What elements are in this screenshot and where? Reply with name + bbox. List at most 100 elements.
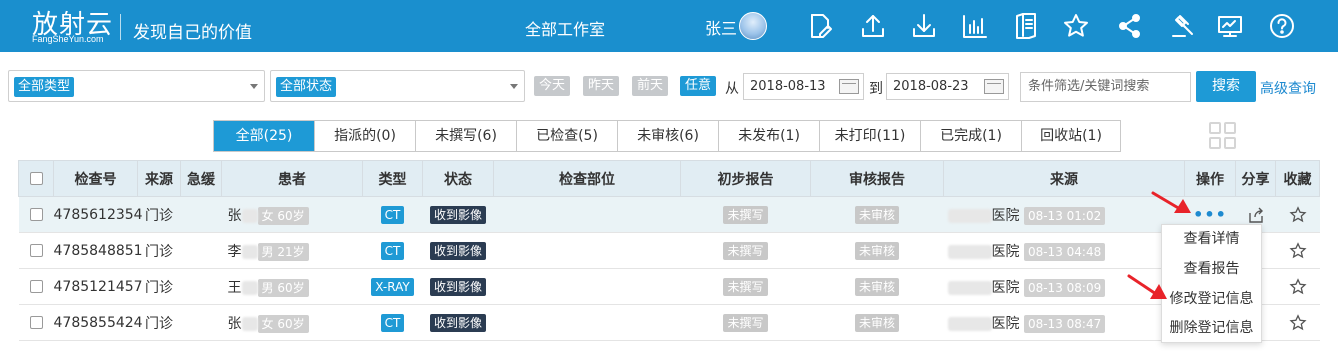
source: 门诊: [137, 196, 181, 233]
monitor-icon[interactable]: [1214, 10, 1246, 42]
row-checkbox[interactable]: [29, 280, 43, 293]
upload-icon[interactable]: [857, 10, 889, 42]
edit-icon[interactable]: [804, 10, 836, 42]
username[interactable]: 张三: [705, 15, 737, 39]
urgency: [180, 268, 222, 305]
select-all-checkbox[interactable]: [29, 172, 43, 185]
table-row[interactable]: 4785612354 门诊 张女 60岁 CT 收到影像 未撰写 未审核 医院 …: [18, 196, 1320, 233]
more-actions-icon[interactable]: •••: [1193, 205, 1227, 224]
grid-view-icon[interactable]: [1209, 122, 1238, 151]
menu-item-edit-registration[interactable]: 修改登记信息: [1162, 285, 1261, 315]
annotation-arrow-icon: [1127, 274, 1167, 299]
patient-surname: 张: [227, 207, 242, 224]
tab-examined[interactable]: 已检查(5): [517, 121, 618, 151]
origin-cell: 医院 08-13 04:48: [943, 232, 1185, 269]
hospital-name: 医院: [991, 207, 1020, 224]
menu-item-view-details[interactable]: 查看详情: [1162, 225, 1261, 255]
prelim-report-badge[interactable]: 未撰写: [723, 313, 768, 332]
status-tabs: 全部(25) 指派的(0) 未撰写(6) 已检查(5) 未审核(6) 未发布(1…: [213, 120, 1121, 152]
favorite-star-icon[interactable]: [1288, 241, 1307, 259]
search-input[interactable]: 条件筛选/关键词搜索: [1020, 72, 1191, 102]
redacted-name: [241, 244, 258, 259]
download-icon[interactable]: [908, 10, 940, 42]
tab-unwritten[interactable]: 未撰写(6): [416, 121, 517, 151]
annotation-arrow-icon: [1151, 191, 1191, 213]
patient-cell: 王男 60岁: [221, 268, 363, 305]
table-row[interactable]: 4785855424 门诊 张女 60岁 CT 收到影像 未撰写 未审核 医院 …: [18, 304, 1320, 341]
row-checkbox[interactable]: [29, 208, 43, 221]
origin-cell: 医院 08-13 01:02: [943, 196, 1185, 233]
favorite-star-icon[interactable]: [1288, 205, 1307, 223]
prelim-report-badge[interactable]: 未撰写: [723, 205, 768, 224]
review-report-badge[interactable]: 未审核: [854, 277, 899, 296]
tab-unprinted[interactable]: 未打印(11): [820, 121, 921, 151]
actions-dropdown-menu: 查看详情 查看报告 修改登记信息 删除登记信息: [1161, 224, 1262, 343]
patient-info: 男 21岁: [257, 242, 309, 261]
bar-chart-icon[interactable]: [959, 10, 991, 42]
menu-item-view-report[interactable]: 查看报告: [1162, 255, 1261, 285]
exam-no: 4785612354: [53, 196, 143, 233]
share-icon[interactable]: [1247, 207, 1265, 223]
patient-info: 男 60岁: [257, 278, 309, 297]
to-label: 到: [869, 81, 883, 97]
tab-recycle-bin[interactable]: 回收站(1): [1022, 121, 1120, 151]
tab-all[interactable]: 全部(25): [214, 121, 315, 151]
tab-completed[interactable]: 已完成(1): [921, 121, 1022, 151]
search-button[interactable]: 搜索: [1196, 71, 1256, 102]
hospital-name: 医院: [991, 279, 1020, 296]
hospital-name: 医院: [991, 315, 1020, 332]
favorite-star-icon[interactable]: [1288, 277, 1307, 295]
quick-date-today[interactable]: 今天: [534, 76, 571, 96]
redacted-name: [241, 280, 258, 295]
timestamp: 08-13 04:48: [1023, 242, 1106, 261]
status-badge: 收到影像: [429, 205, 486, 224]
menu-item-delete-registration[interactable]: 删除登记信息: [1162, 314, 1261, 344]
review-report-badge[interactable]: 未审核: [854, 205, 899, 224]
share-icon[interactable]: [1114, 10, 1146, 42]
quick-date-any[interactable]: 任意: [680, 76, 717, 96]
exam-no: 4785121457: [53, 268, 143, 305]
star-icon[interactable]: [1060, 10, 1092, 42]
redacted-hospital: [947, 316, 992, 331]
slogan: 发现自己的价值: [133, 23, 252, 43]
source: 门诊: [137, 304, 181, 341]
row-checkbox[interactable]: [29, 316, 43, 329]
prelim-report-badge[interactable]: 未撰写: [723, 241, 768, 260]
status-select[interactable]: 全部状态: [270, 70, 525, 102]
patient-info: 女 60岁: [257, 206, 309, 225]
review-report-badge[interactable]: 未审核: [854, 241, 899, 260]
help-icon[interactable]: [1266, 10, 1298, 42]
review-report-badge[interactable]: 未审核: [854, 313, 899, 332]
tab-unreviewed[interactable]: 未审核(6): [618, 121, 719, 151]
calendar-icon[interactable]: [984, 79, 1004, 94]
gavel-icon[interactable]: [1167, 10, 1199, 42]
tab-unpublished[interactable]: 未发布(1): [719, 121, 820, 151]
type-select[interactable]: 全部类型: [8, 70, 265, 102]
table-row[interactable]: 4785848851 门诊 李男 21岁 CT 收到影像 未撰写 未审核 医院 …: [18, 232, 1320, 269]
document-icon[interactable]: [1010, 10, 1042, 42]
redacted-hospital: [947, 208, 992, 223]
avatar[interactable]: [739, 12, 767, 40]
prelim-report-badge[interactable]: 未撰写: [723, 277, 768, 296]
body-part: [493, 232, 681, 269]
quick-date-yesterday[interactable]: 昨天: [583, 76, 620, 96]
select-all-cell[interactable]: [18, 160, 54, 197]
col-status: 状态: [422, 160, 494, 197]
table-header-row: 检查号 来源 急缓 患者 类型 状态 检查部位 初步报告 审核报告 来源 操作 …: [18, 160, 1320, 197]
redacted-name: [241, 316, 258, 331]
advanced-search-link[interactable]: 高级查询: [1260, 78, 1316, 98]
col-prelim-report: 初步报告: [680, 160, 811, 197]
calendar-icon[interactable]: [839, 79, 859, 94]
patient-surname: 张: [227, 315, 242, 332]
tab-assigned[interactable]: 指派的(0): [315, 121, 416, 151]
exam-no: 4785855424: [53, 304, 143, 341]
workspace-selector[interactable]: 全部工作室: [525, 16, 605, 40]
row-checkbox[interactable]: [29, 244, 43, 257]
patient-surname: 王: [227, 279, 242, 296]
from-date-input[interactable]: 2018-08-13: [743, 73, 864, 100]
to-date-input[interactable]: 2018-08-23: [886, 73, 1009, 100]
hospital-name: 医院: [991, 243, 1020, 260]
favorite-star-icon[interactable]: [1288, 313, 1307, 331]
quick-date-day-before[interactable]: 前天: [632, 76, 669, 96]
table-row[interactable]: 4785121457 门诊 王男 60岁 X-RAY 收到影像 未撰写 未审核 …: [18, 268, 1320, 305]
